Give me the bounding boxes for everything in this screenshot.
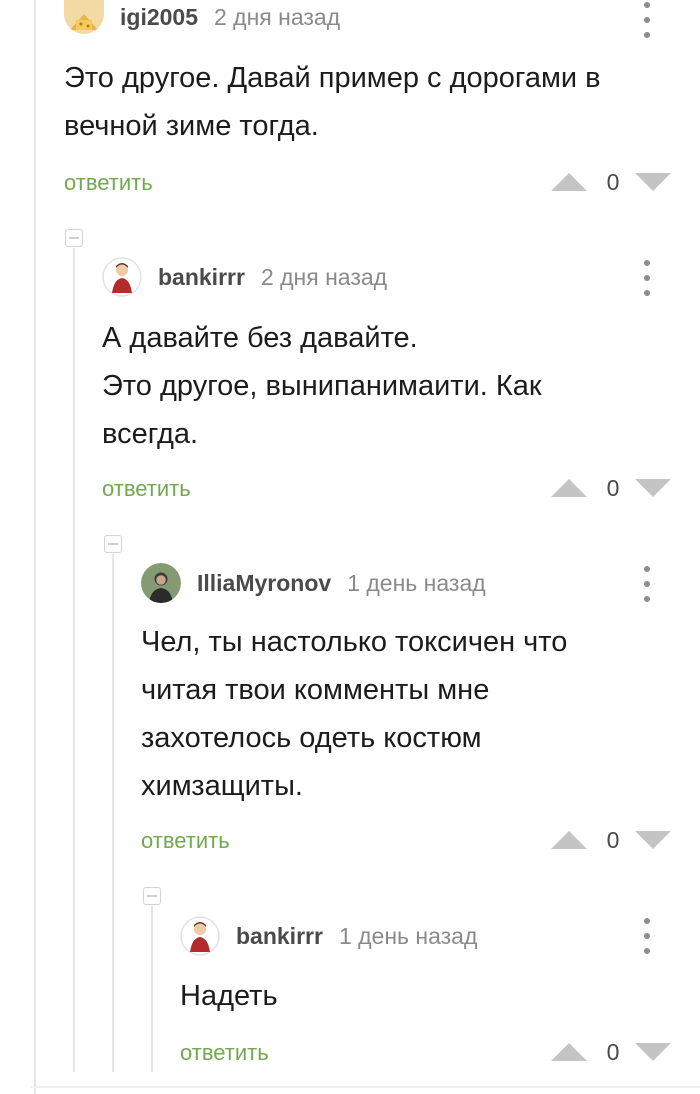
comment-text-line: химзащиты. bbox=[141, 770, 303, 802]
avatar-image bbox=[64, 0, 104, 34]
vote-score: 0 bbox=[606, 474, 620, 501]
comment-time[interactable]: 2 дня назад bbox=[261, 264, 387, 291]
vote-score: 0 bbox=[606, 826, 620, 853]
author-name[interactable]: igi2005 bbox=[120, 4, 198, 31]
triangle-down-icon[interactable] bbox=[634, 172, 672, 192]
triangle-up-icon[interactable] bbox=[550, 1042, 588, 1062]
comment-text-line: захотелось одеть костюм bbox=[141, 722, 482, 754]
comments-thread: igi2005 2 дня назад Это другое. Давай пр… bbox=[0, 0, 700, 1094]
vote-controls: 0 bbox=[550, 474, 672, 502]
triangle-down-icon[interactable] bbox=[634, 830, 672, 850]
more-vertical-icon[interactable] bbox=[637, 918, 657, 954]
comment-text-line: А давайте без давайте. bbox=[102, 322, 418, 354]
more-vertical-icon[interactable] bbox=[637, 566, 657, 602]
comment-header: igi2005 2 дня назад bbox=[64, 0, 340, 34]
divider bbox=[30, 1086, 700, 1088]
reply-link[interactable]: ответить bbox=[180, 1040, 269, 1066]
author-name[interactable]: IlliaMyronov bbox=[197, 570, 331, 597]
comment-text: Это другое. Давай пример с дорогами в ве… bbox=[64, 54, 601, 150]
vote-controls: 0 bbox=[550, 1038, 672, 1066]
comment-time[interactable]: 1 день назад bbox=[339, 923, 477, 950]
comment-text: Надеть bbox=[180, 972, 278, 1020]
comment-text-line: Надеть bbox=[180, 980, 278, 1012]
comment-header: IlliaMyronov 1 день назад bbox=[141, 563, 486, 603]
avatar[interactable] bbox=[64, 0, 104, 34]
avatar-image bbox=[180, 916, 220, 956]
triangle-down-icon[interactable] bbox=[634, 1042, 672, 1062]
avatar[interactable] bbox=[180, 916, 220, 956]
comment-text-line: вечной зиме тогда. bbox=[64, 110, 319, 142]
comment-time[interactable]: 1 день назад bbox=[347, 570, 485, 597]
comment-text: Чел, ты настолько токсичен что читая тво… bbox=[141, 618, 567, 810]
triangle-down-icon[interactable] bbox=[634, 478, 672, 498]
more-vertical-icon[interactable] bbox=[637, 260, 657, 296]
comment-text-line: Это другое. Давай пример с дорогами в bbox=[64, 62, 601, 94]
comment-text: А давайте без давайте. Это другое, вынип… bbox=[102, 314, 542, 458]
avatar-image bbox=[141, 563, 181, 603]
comment-header: bankirrr 2 дня назад bbox=[102, 257, 387, 297]
triangle-up-icon[interactable] bbox=[550, 172, 588, 192]
vote-score: 0 bbox=[606, 168, 620, 195]
triangle-up-icon[interactable] bbox=[550, 830, 588, 850]
comment-header: bankirrr 1 день назад bbox=[180, 916, 477, 956]
comment-text-line: всегда. bbox=[102, 418, 199, 450]
comment-text-line: Это другое, вынипанимаити. Как bbox=[102, 370, 542, 402]
comment-text-line: Чел, ты настолько токсичен что bbox=[141, 626, 568, 658]
comment-time[interactable]: 2 дня назад bbox=[214, 4, 340, 31]
collapse-minus-icon[interactable] bbox=[143, 887, 161, 905]
more-vertical-icon[interactable] bbox=[637, 2, 657, 38]
avatar[interactable] bbox=[102, 257, 142, 297]
avatar[interactable] bbox=[141, 563, 181, 603]
author-name[interactable]: bankirrr bbox=[236, 923, 323, 950]
author-name[interactable]: bankirrr bbox=[158, 264, 245, 291]
avatar-image bbox=[102, 257, 142, 297]
thread-line-level-2[interactable] bbox=[112, 554, 114, 1072]
comment-text-line: читая твои комменты мне bbox=[141, 674, 490, 706]
vote-controls: 0 bbox=[550, 826, 672, 854]
thread-line-level-0 bbox=[34, 0, 36, 1094]
collapse-minus-icon[interactable] bbox=[104, 535, 122, 553]
vote-controls: 0 bbox=[550, 168, 672, 196]
thread-line-level-1[interactable] bbox=[73, 248, 75, 1072]
reply-link[interactable]: ответить bbox=[102, 476, 191, 502]
triangle-up-icon[interactable] bbox=[550, 478, 588, 498]
vote-score: 0 bbox=[606, 1038, 620, 1065]
thread-line-level-3[interactable] bbox=[151, 906, 153, 1072]
collapse-minus-icon[interactable] bbox=[65, 229, 83, 247]
reply-link[interactable]: ответить bbox=[141, 828, 230, 854]
reply-link[interactable]: ответить bbox=[64, 170, 153, 196]
